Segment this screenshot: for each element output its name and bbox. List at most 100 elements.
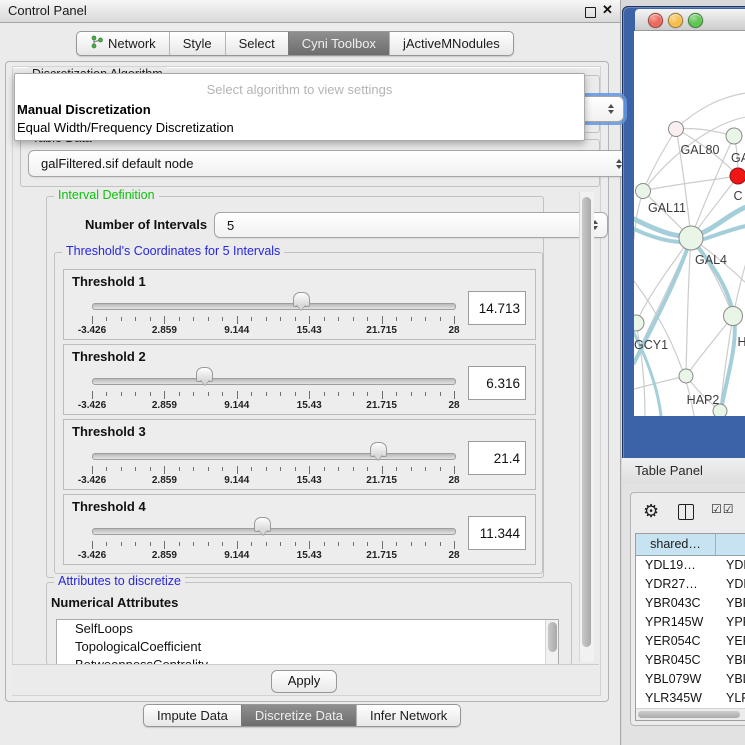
table-data-combobox[interactable]: galFiltered.sif default node [28,150,632,177]
apply-strip: Apply [12,664,599,695]
tick-label: 2.859 [152,475,177,486]
tick-label: 2.859 [152,400,177,411]
apply-button[interactable]: Apply [271,670,337,693]
tick-label: 28 [448,475,459,486]
network-edge [676,128,734,136]
network-edge [634,376,686,389]
tab-style[interactable]: Style [169,32,225,55]
threshold-row: Threshold 1-3.4262.8599.14415.4321.71528 [63,269,536,340]
tab-impute-data[interactable]: Impute Data [144,705,241,726]
threshold-value-input[interactable] [468,291,526,325]
thresholds-group-label: Threshold's Coordinates for 5 Intervals [62,244,284,258]
threshold-value-input[interactable] [468,516,526,550]
table-row[interactable]: YBR043CYBR0 [636,594,745,613]
tick-label: 15.43 [297,475,322,486]
zoom-traffic-light[interactable] [688,13,703,28]
minimize-traffic-light[interactable] [668,13,683,28]
tick-label: 21.715 [366,325,397,336]
network-node[interactable] [634,315,644,331]
tab-infer-network[interactable]: Infer Network [356,705,460,726]
tick-label: 21.715 [366,550,397,561]
table-horizontal-scrollbar[interactable] [636,708,745,720]
threshold-slider-thumb[interactable] [196,367,213,382]
table-row[interactable]: YER054CYER0 [636,632,745,651]
network-edge [676,93,745,129]
tick-label: 28 [448,325,459,336]
attributes-group: Attributes to discretize Numerical Attri… [46,582,572,665]
number-of-intervals-combobox[interactable]: 5 [214,212,608,238]
tick-label: -3.426 [78,475,106,486]
threshold-value-input[interactable] [468,366,526,400]
table-row[interactable]: YBR045CYBR0 [636,651,745,670]
column-header-shared-name[interactable]: shared… [636,534,716,556]
table-row[interactable]: YBL079WYBL0 [636,670,745,689]
network-edge [691,238,733,316]
network-icon [90,35,103,52]
network-node[interactable] [636,184,651,199]
algorithm-option[interactable]: Manual Discretization [17,101,582,119]
algorithm-placeholder: Select algorithm to view settings [15,82,584,97]
threshold-slider-track[interactable] [92,528,456,535]
tab-jactivemnodules[interactable]: jActiveMNodules [389,32,513,55]
table-row[interactable]: YPR145WYPR1 [636,613,745,632]
network-node[interactable] [726,128,742,144]
attribute-item[interactable]: TopologicalCoefficient [57,638,558,656]
table-row[interactable]: YDR27…YDR2 [636,575,745,594]
tick-label: -3.426 [78,550,106,561]
network-edge [686,316,733,376]
tick-label: 15.43 [297,550,322,561]
node-label: GAL4 [695,253,727,267]
table-row[interactable]: YLR345WYLR3 [636,689,745,708]
tick-label: 9.144 [224,400,249,411]
attributes-list-scrollbar[interactable] [545,620,558,665]
threshold-slider-thumb[interactable] [254,517,271,532]
algorithm-option[interactable]: Equal Width/Frequency Discretization [17,119,582,137]
tab-discretize-data[interactable]: Discretize Data [241,705,356,726]
threshold-slider-thumb[interactable] [370,442,387,457]
threshold-slider-track[interactable] [92,303,456,310]
network-canvas[interactable]: GAL80GACGAL11GAL4HGCY1HAP2 [634,31,745,416]
tab-select[interactable]: Select [225,32,288,55]
node-label: HAP2 [687,393,720,407]
tab-label: Discretize Data [255,708,343,723]
panel-scrollbar[interactable] [579,192,594,662]
threshold-slider-track[interactable] [92,453,456,460]
threshold-slider-track[interactable] [92,378,456,385]
tick-label: 9.144 [224,550,249,561]
tab-cyni-toolbox[interactable]: Cyni Toolbox [288,32,389,55]
columns-icon[interactable] [678,504,694,520]
tick-label: 15.43 [297,325,322,336]
threshold-label: Threshold 4 [72,499,146,514]
float-window-icon[interactable] [585,7,596,18]
gear-icon[interactable]: ⚙ [643,501,659,522]
network-node[interactable] [679,369,693,383]
number-of-intervals-label: Number of Intervals [85,217,207,232]
table-row[interactable]: YDL19…YDL1 [636,556,745,575]
network-edge [686,238,691,376]
tick-label: 9.144 [224,325,249,336]
close-traffic-light[interactable] [648,13,663,28]
column-header-name[interactable]: na [716,534,745,556]
threshold-value-input[interactable] [468,441,526,475]
node-label: GA [731,151,745,165]
attributes-group-label: Attributes to discretize [54,574,185,588]
network-node[interactable] [730,168,745,184]
network-node[interactable] [679,226,703,250]
table-panel-titlebar: Table Panel [622,458,745,485]
control-panel: Control Panel ✕ Network Style SelectCyni T… [0,0,621,745]
panel-title: Control Panel [8,3,87,18]
network-node[interactable] [669,122,684,137]
tick-label: 9.144 [224,475,249,486]
attribute-item[interactable]: SelfLoops [57,620,558,638]
network-node[interactable] [724,307,743,326]
close-icon[interactable]: ✕ [602,2,613,18]
threshold-label: Threshold 3 [72,424,146,439]
select-checkboxes-icon[interactable]: ☑☑ [711,502,735,516]
tab-network[interactable]: Network [77,32,169,55]
network-edge [636,238,691,323]
bottom-tabs: Impute Data Discretize Data Infer Network [143,704,461,727]
tab-label: Style [183,36,212,51]
threshold-row: Threshold 4-3.4262.8599.14415.4321.71528 [63,494,536,565]
threshold-slider-thumb[interactable] [293,292,310,307]
tick-label: 28 [448,550,459,561]
